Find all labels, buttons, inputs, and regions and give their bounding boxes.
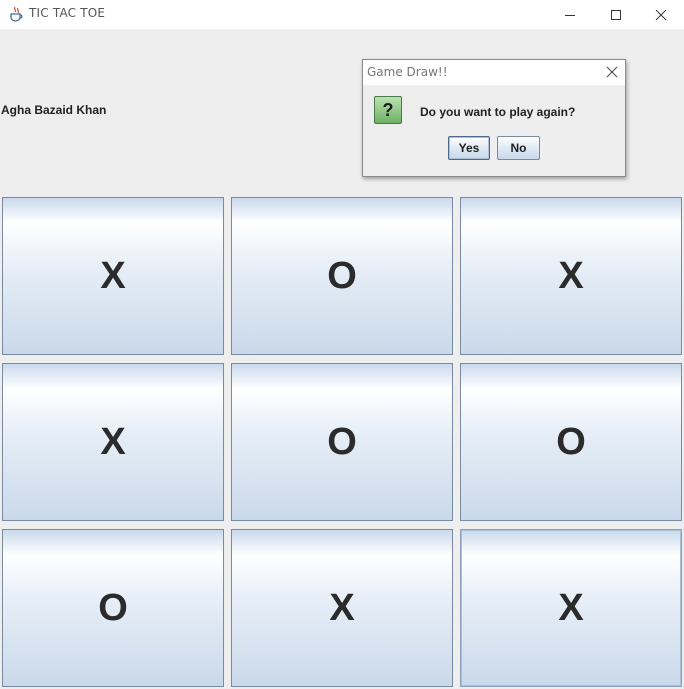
board-cell-3[interactable]: X: [460, 197, 682, 355]
cell-mark: O: [327, 421, 357, 463]
minimize-icon: [565, 14, 575, 16]
board-cell-6[interactable]: O: [460, 363, 682, 521]
close-button[interactable]: [638, 0, 684, 29]
dialog-title-bar: Game Draw!!: [363, 60, 625, 85]
board-cell-8[interactable]: X: [231, 529, 453, 687]
close-icon: [606, 66, 618, 78]
window-title: TIC TAC TOE: [29, 6, 106, 20]
cell-mark: X: [558, 587, 584, 629]
cell-mark: X: [100, 421, 126, 463]
board-cell-1[interactable]: X: [2, 197, 224, 355]
board-cell-7[interactable]: O: [2, 529, 224, 687]
cell-mark: O: [98, 587, 128, 629]
dialog-title: Game Draw!!: [367, 65, 448, 79]
no-button-label: No: [510, 141, 527, 155]
yes-button[interactable]: Yes: [448, 136, 490, 160]
cell-mark: O: [556, 421, 586, 463]
dialog-message: Do you want to play again?: [420, 105, 576, 119]
player-name-label: Agha Bazaid Khan: [1, 103, 107, 117]
board-cell-2[interactable]: O: [231, 197, 453, 355]
minimize-button[interactable]: [547, 0, 593, 29]
game-draw-dialog: Game Draw!! ? Do you want to play again?…: [362, 59, 626, 177]
cell-mark: O: [327, 255, 357, 297]
cell-mark: X: [100, 255, 126, 297]
maximize-icon: [611, 9, 621, 20]
close-icon: [655, 9, 667, 20]
maximize-button[interactable]: [593, 0, 639, 29]
board-cell-4[interactable]: X: [2, 363, 224, 521]
no-button[interactable]: No: [497, 136, 540, 160]
board-cell-5[interactable]: O: [231, 363, 453, 521]
board-cell-9[interactable]: X: [460, 529, 682, 687]
cell-mark: X: [329, 587, 355, 629]
question-icon: ?: [374, 96, 402, 124]
dialog-close-button[interactable]: [605, 65, 619, 79]
cell-mark: X: [558, 255, 584, 297]
title-bar: TIC TAC TOE: [0, 0, 684, 29]
yes-button-label: Yes: [458, 141, 480, 155]
java-cup-icon: [8, 6, 24, 22]
